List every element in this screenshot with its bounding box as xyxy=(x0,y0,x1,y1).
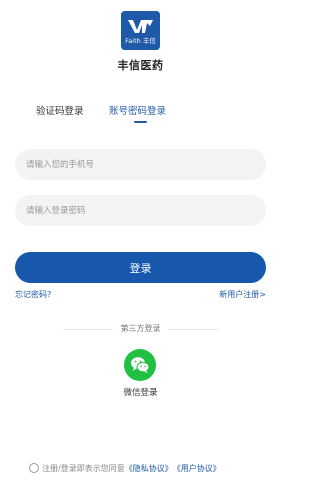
wechat-icon xyxy=(131,357,150,373)
login-button[interactable]: 登录 xyxy=(15,252,266,283)
privacy-policy-link[interactable]: 《隐私协议》 xyxy=(125,463,173,474)
divider-line-right xyxy=(168,329,218,330)
user-agreement-link[interactable]: 《用户协议》 xyxy=(173,463,221,474)
third-party-label: 第三方登录 xyxy=(120,324,161,333)
tab-sms-login[interactable]: 验证码登录 xyxy=(36,103,84,117)
app-logo: Faith 丰信 xyxy=(121,11,160,50)
phone-input[interactable] xyxy=(15,149,266,180)
login-tabs: 验证码登录 账号密码登录 xyxy=(0,103,281,127)
active-tab-indicator xyxy=(134,121,147,123)
tab-password-login[interactable]: 账号密码登录 xyxy=(109,103,166,117)
third-party-divider: 第三方登录 xyxy=(0,323,281,335)
faith-logo-icon: Faith 丰信 xyxy=(121,11,160,50)
password-input[interactable] xyxy=(15,195,266,226)
wechat-login-button[interactable] xyxy=(124,349,156,381)
forgot-password-link[interactable]: 忘记密码? xyxy=(15,289,51,300)
register-link[interactable]: 新用户注册> xyxy=(219,289,266,300)
logo-text: Faith 丰信 xyxy=(125,36,156,45)
app-name: 丰信医药 xyxy=(117,59,164,72)
agreement-text: 注册/登录即表示您同意 xyxy=(42,463,125,473)
wechat-login-label: 微信登录 xyxy=(123,388,158,398)
agreement-row: 注册/登录即表示您同意 《隐私协议》 《用户协议》 xyxy=(29,462,221,474)
agree-checkbox[interactable] xyxy=(29,463,39,473)
